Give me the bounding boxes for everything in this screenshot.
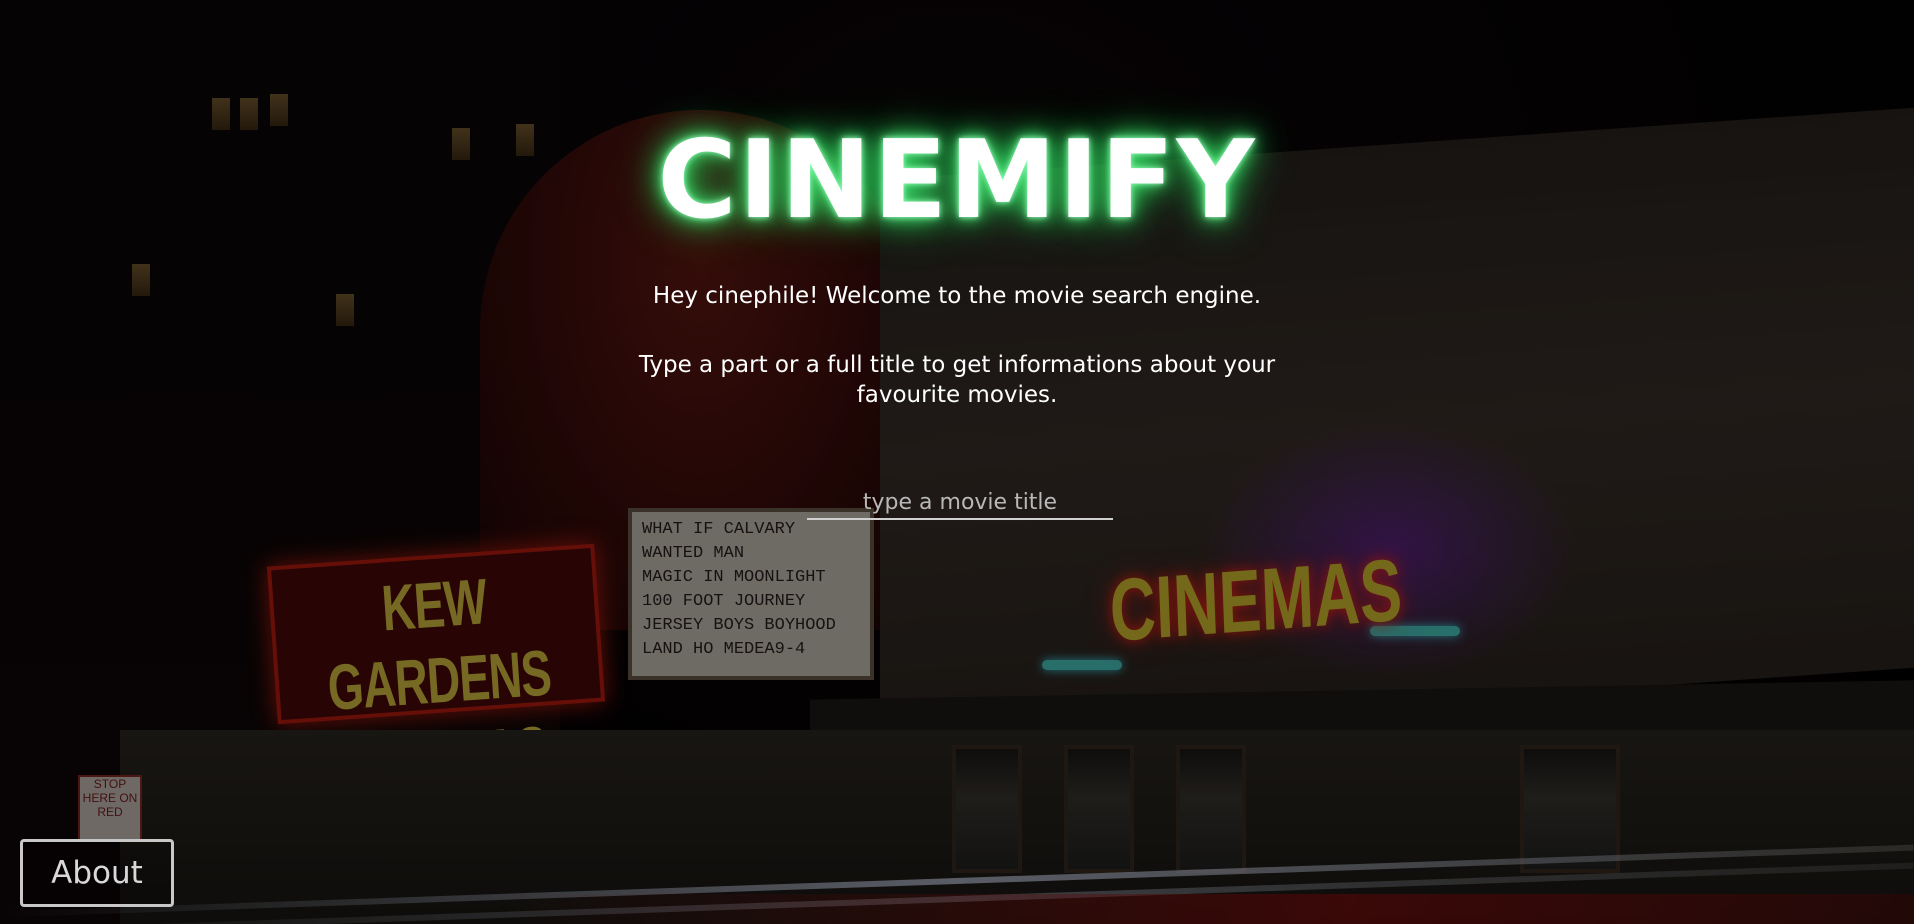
landing-page: KEW GARDENS CINEMAS WHAT IF CALVARY WANT… (0, 0, 1914, 924)
instructions-text: Type a part or a full title to get infor… (638, 352, 1276, 408)
about-button[interactable]: About (20, 839, 174, 907)
welcome-text: Hey cinephile! Welcome to the movie sear… (652, 283, 1262, 309)
movie-search-input[interactable] (807, 486, 1113, 520)
app-logo: CINEMIFY (657, 118, 1257, 243)
